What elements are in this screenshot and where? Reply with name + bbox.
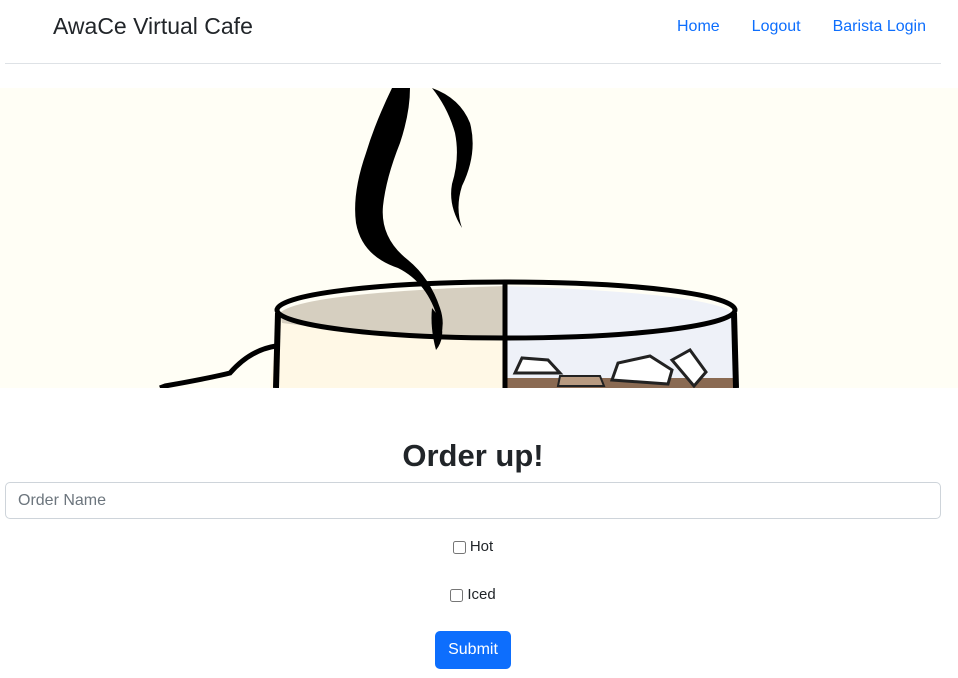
hot-option-label[interactable]: Hot	[452, 537, 494, 557]
brand-link[interactable]: AwaCe Virtual Cafe	[53, 13, 253, 40]
option-iced: Iced	[0, 585, 946, 608]
submit-button[interactable]: Submit	[435, 631, 511, 669]
nav-links: Home Logout Barista Login	[661, 17, 926, 37]
option-hot: Hot	[0, 537, 946, 560]
nav-link-home[interactable]: Home	[661, 17, 736, 37]
hero-banner	[0, 88, 958, 388]
navbar: AwaCe Virtual Cafe Home Logout Barista L…	[5, 0, 941, 64]
order-name-input[interactable]	[5, 482, 941, 519]
coffee-cup-hot-and-iced-icon	[159, 88, 739, 388]
hot-label: Hot	[469, 538, 494, 555]
iced-checkbox[interactable]	[450, 588, 464, 602]
nav-link-logout[interactable]: Logout	[736, 17, 817, 37]
nav-link-barista-login[interactable]: Barista Login	[817, 17, 926, 37]
iced-label: Iced	[467, 586, 496, 603]
iced-option-label[interactable]: Iced	[450, 585, 496, 605]
page-title: Order up!	[402, 438, 544, 473]
hot-checkbox[interactable]	[452, 540, 466, 554]
